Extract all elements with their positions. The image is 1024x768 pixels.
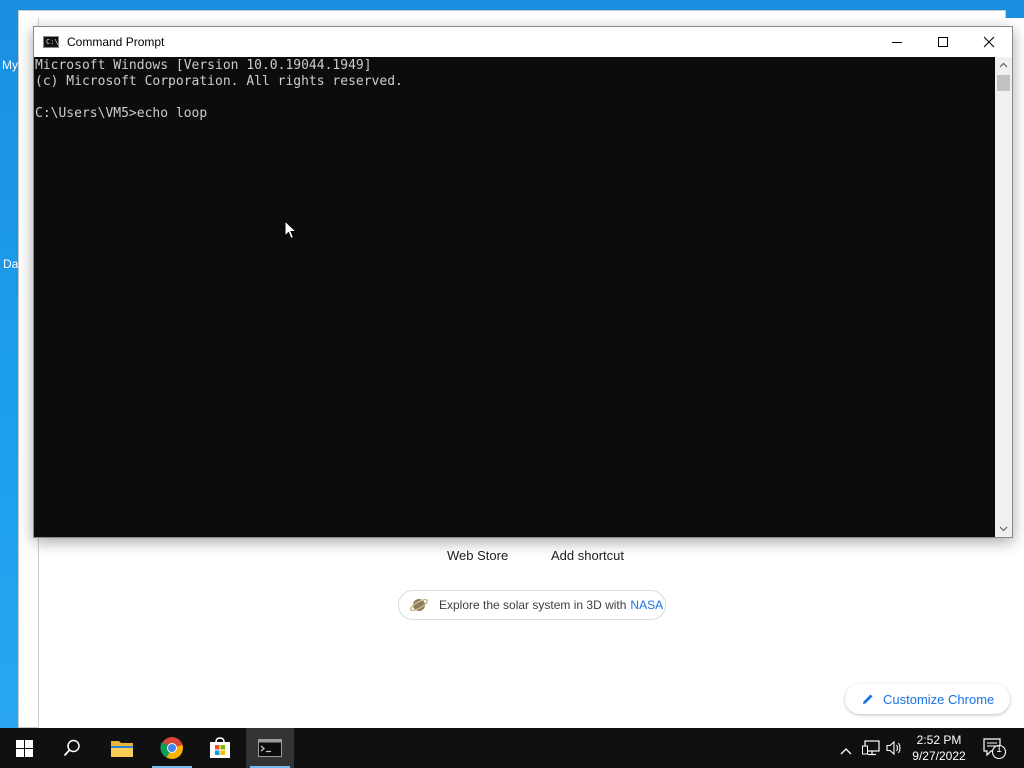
start-button[interactable] (0, 728, 48, 768)
chrome-icon (160, 737, 183, 759)
minimize-icon (892, 42, 902, 43)
command-prompt-window: C:\_ Command Prompt Microsoft Windows [V… (33, 26, 1013, 538)
network-icon (862, 740, 880, 756)
desktop-icon-label[interactable]: My (2, 58, 18, 72)
notification-count: 1 (996, 744, 1002, 755)
volume-icon (886, 740, 901, 756)
chevron-up-icon (999, 62, 1008, 68)
console-line: Microsoft Windows [Version 10.0.19044.19… (35, 58, 372, 73)
show-hidden-icons-button[interactable] (840, 742, 852, 760)
pencil-icon (863, 694, 873, 704)
customize-chrome-button[interactable]: Customize Chrome (845, 684, 1010, 714)
search-button[interactable] (48, 728, 96, 768)
maximize-icon (938, 37, 948, 47)
taskbar: 2:52 PM 9/27/2022 1 (0, 728, 1024, 768)
title-bar[interactable]: C:\_ Command Prompt (34, 27, 1012, 57)
system-clock[interactable]: 2:52 PM 9/27/2022 (906, 732, 972, 764)
nasa-promo-text: Explore the solar system in 3D with (439, 598, 627, 612)
file-explorer-icon (111, 741, 133, 757)
file-explorer-button[interactable] (98, 728, 146, 768)
console-line: (c) Microsoft Corporation. All rights re… (35, 74, 403, 89)
scrollbar-thumb[interactable] (997, 75, 1010, 91)
chevron-down-icon (999, 526, 1008, 532)
cmd-taskbar-button[interactable] (246, 728, 294, 768)
windows-start-icon (15, 739, 33, 757)
chrome-taskbar-button[interactable] (148, 728, 196, 768)
cmd-title-icon: C:\_ (43, 36, 63, 48)
cmd-icon (258, 739, 282, 757)
mouse-cursor-icon (284, 220, 297, 240)
nasa-link[interactable]: NASA (630, 598, 663, 612)
planet-icon (409, 598, 429, 612)
close-button[interactable] (966, 27, 1012, 57)
chevron-up-icon (840, 748, 852, 755)
network-button[interactable] (862, 740, 880, 761)
vertical-scrollbar[interactable] (995, 57, 1012, 537)
web-store-shortcut[interactable]: Web Store (447, 548, 508, 563)
desktop-icon-label[interactable]: Da (3, 257, 18, 271)
clock-date: 9/27/2022 (912, 749, 966, 763)
close-icon (983, 36, 995, 48)
window-title: Command Prompt (67, 35, 165, 49)
nasa-promo-chip[interactable]: Explore the solar system in 3D with NASA (398, 590, 666, 620)
maximize-button[interactable] (920, 27, 966, 57)
clock-time: 2:52 PM (916, 733, 962, 747)
volume-button[interactable] (886, 740, 902, 761)
console-prompt-line: C:\Users\VM5>echo loop (35, 106, 208, 121)
customize-chrome-label: Customize Chrome (883, 691, 995, 707)
scroll-up-button[interactable] (995, 57, 1012, 73)
add-shortcut-button[interactable]: Add shortcut (551, 548, 624, 563)
scroll-down-button[interactable] (995, 521, 1012, 537)
minimize-button[interactable] (874, 27, 920, 57)
search-icon (63, 739, 80, 757)
console-output[interactable]: Microsoft Windows [Version 10.0.19044.19… (34, 57, 995, 537)
action-center-button[interactable]: 1 (983, 738, 1007, 765)
store-icon (210, 737, 230, 758)
store-taskbar-button[interactable] (196, 728, 244, 768)
